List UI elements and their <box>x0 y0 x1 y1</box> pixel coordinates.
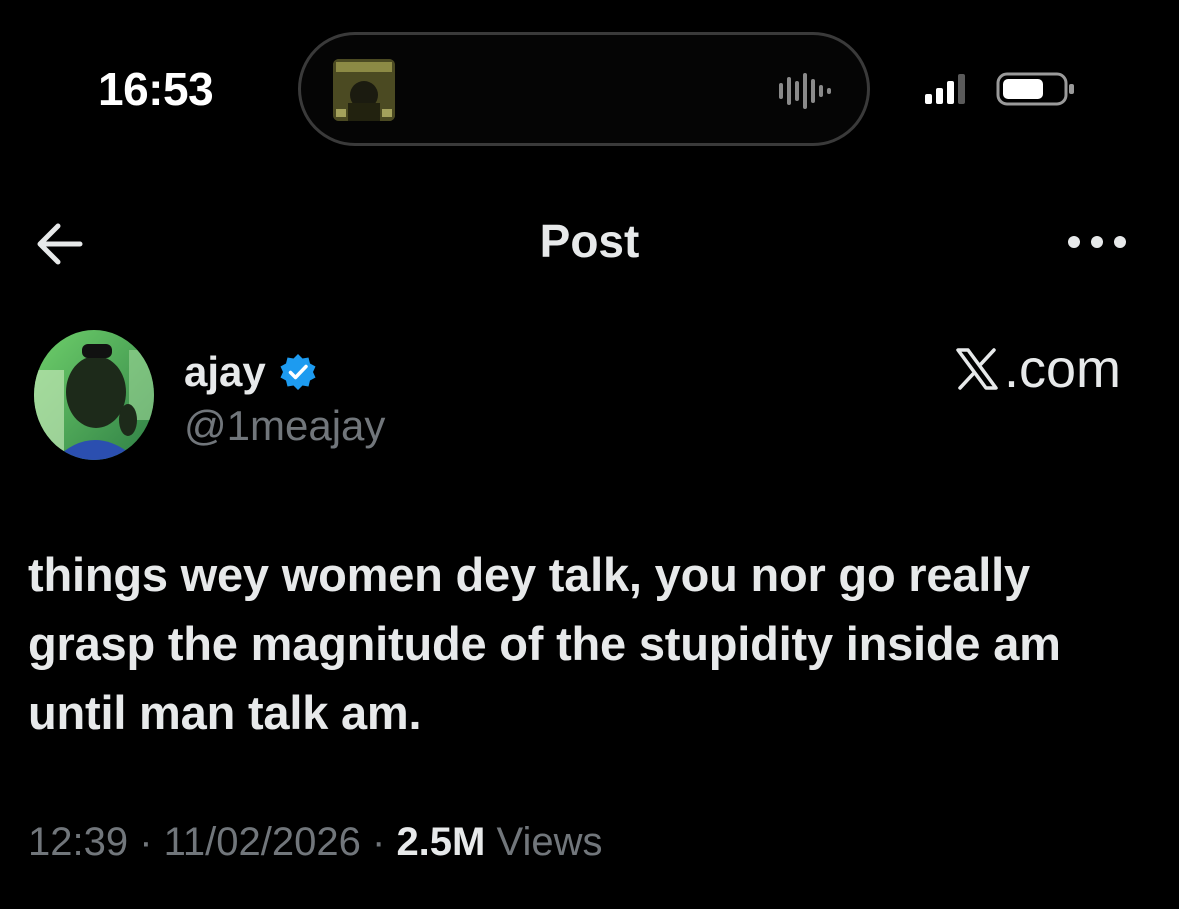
more-options-button[interactable] <box>1062 226 1132 258</box>
verified-badge-icon <box>280 354 316 390</box>
meta-separator: · <box>360 820 397 864</box>
avatar[interactable] <box>34 330 154 460</box>
screen: 16:53 Post ajay @1meajay .com things wey… <box>0 0 1179 909</box>
post-date[interactable]: 11/02/2026 <box>164 820 361 864</box>
views-label: Views <box>485 820 603 864</box>
page-title: Post <box>539 215 640 267</box>
x-logo-icon <box>956 348 998 390</box>
now-playing-artwork[interactable] <box>333 59 395 121</box>
author-name: ajay <box>184 348 266 395</box>
status-time: 16:53 <box>98 63 214 115</box>
watermark-text: .com <box>1003 339 1121 399</box>
x-com-watermark: .com <box>954 338 1121 400</box>
post-text: things wey women dey talk, you nor go re… <box>28 548 1061 739</box>
audio-waveform-icon <box>779 73 831 109</box>
author-handle: @1meajay <box>184 402 386 449</box>
author-name-row[interactable]: ajay <box>184 342 318 402</box>
more-horizontal-icon <box>1068 236 1126 248</box>
cellular-signal-icon <box>925 74 965 104</box>
dynamic-island[interactable] <box>298 32 870 146</box>
post-meta: 12:39 · 11/02/2026 · 2.5M Views <box>28 820 602 865</box>
battery-icon <box>996 72 1074 106</box>
views-count[interactable]: 2.5M <box>396 820 485 864</box>
post-time[interactable]: 12:39 <box>28 820 128 864</box>
meta-separator: · <box>128 820 164 864</box>
